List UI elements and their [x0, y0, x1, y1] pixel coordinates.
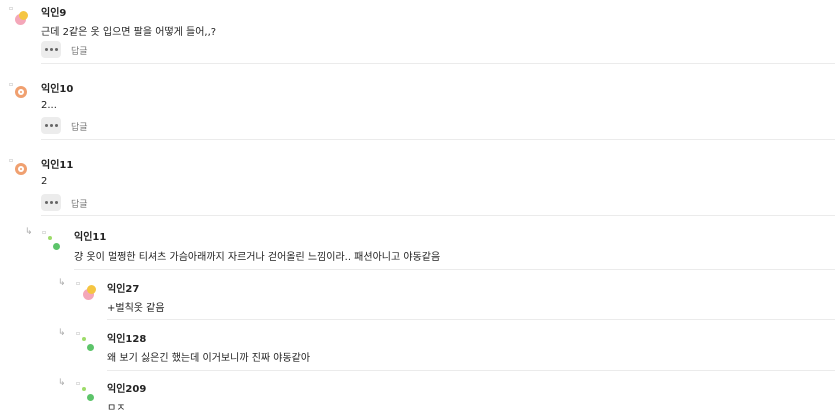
- reply-button[interactable]: 답글: [71, 197, 88, 210]
- reply-item: ↳ ▫ 익인128 왜 보기 싫은긴 했는데 이거보니까 진짜 야동같아: [0, 326, 835, 372]
- banana-avatar-icon: [13, 11, 29, 29]
- reply-level-marker: ▫: [76, 330, 81, 337]
- comment-item: ▫ 익인10 2... 답글: [0, 76, 835, 140]
- reply-text: +벌칙옷 같음: [107, 303, 165, 314]
- comment-text: 근데 2같은 옷 입으면 팔을 어떻게 들어,,?: [41, 27, 217, 38]
- comment-divider: [41, 215, 835, 216]
- reply-button[interactable]: 답글: [71, 44, 88, 57]
- reply-arrow-icon: ↳: [58, 328, 66, 338]
- reply-author: 익인11: [74, 232, 107, 243]
- green-dots-avatar-icon: [47, 234, 63, 252]
- reply-arrow-icon: ↳: [25, 227, 33, 237]
- reply-level-marker: ▫: [76, 380, 81, 387]
- comment-author: 익인9: [41, 8, 67, 19]
- comment-divider: [41, 139, 835, 140]
- reply-author: 익인128: [107, 334, 147, 345]
- orange-avatar-icon: [15, 86, 31, 104]
- more-options-button[interactable]: [41, 41, 61, 58]
- reply-divider: [107, 319, 835, 320]
- more-options-button[interactable]: [41, 117, 61, 134]
- reply-text: ㅁㅈ: [107, 403, 126, 414]
- reply-divider: [107, 370, 835, 371]
- reply-text: 왜 보기 싫은긴 했는데 이거보니까 진짜 야동같아: [107, 353, 311, 364]
- reply-divider: [74, 269, 835, 270]
- comment-author: 익인10: [41, 84, 74, 95]
- reply-text: 걍 옷이 멀쩡한 티셔츠 가슴아래까지 자르거나 걷어올린 느낌이라.. 패션아…: [74, 252, 441, 263]
- reply-author: 익인27: [107, 284, 140, 295]
- orange-avatar-icon: [15, 163, 31, 181]
- comment-item: ▫ 익인9 근데 2같은 옷 입으면 팔을 어떻게 들어,,? 답글: [0, 0, 835, 64]
- reply-item: ↳ ▫ 익인209 ㅁㅈ: [0, 376, 835, 420]
- reply-level-marker: ▫: [42, 229, 47, 236]
- reply-level-marker: ▫: [9, 157, 14, 164]
- green-dots-avatar-icon: [81, 335, 97, 353]
- reply-item: ↳ ▫ 익인27 +벌칙옷 같음: [0, 276, 835, 322]
- comment-author: 익인11: [41, 160, 74, 171]
- reply-item: ↳ ▫ 익인11 걍 옷이 멀쩡한 티셔츠 가슴아래까지 자르거나 걷어올린 느…: [0, 224, 835, 272]
- comment-text: 2: [41, 176, 48, 187]
- more-options-button[interactable]: [41, 194, 61, 211]
- reply-level-marker: ▫: [9, 81, 14, 88]
- comment-text: 2...: [41, 100, 57, 111]
- reply-author: 익인209: [107, 384, 147, 395]
- banana-avatar-icon: [81, 285, 97, 303]
- reply-arrow-icon: ↳: [58, 278, 66, 288]
- reply-level-marker: ▫: [76, 280, 81, 287]
- comment-item: ▫ 익인11 2 답글: [0, 152, 835, 216]
- comment-divider: [41, 63, 835, 64]
- green-dots-avatar-icon: [81, 385, 97, 403]
- reply-button[interactable]: 답글: [71, 120, 88, 133]
- reply-arrow-icon: ↳: [58, 378, 66, 388]
